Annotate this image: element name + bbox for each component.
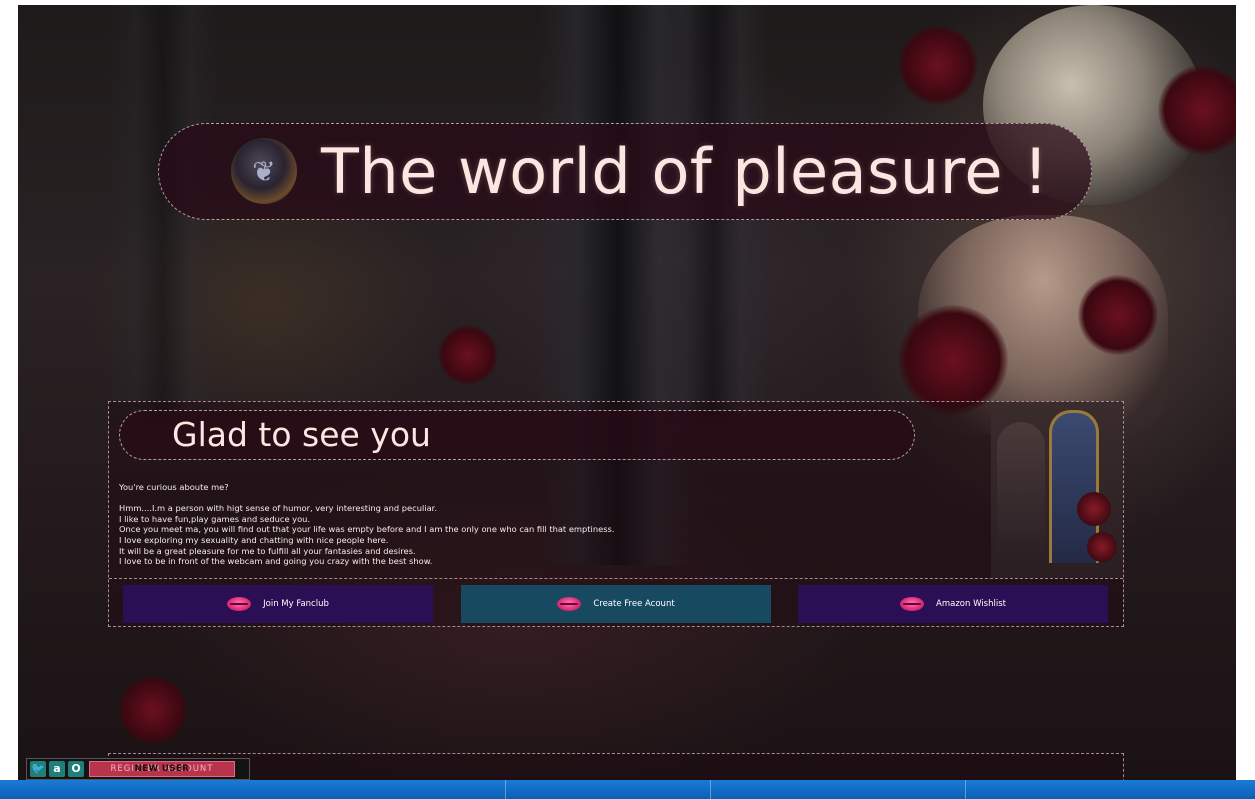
panther-avatar-icon: ❦	[231, 138, 297, 204]
lips-icon	[900, 597, 925, 611]
taskbar-item[interactable]	[505, 780, 706, 799]
rose-decoration	[898, 305, 1008, 415]
register-account-button[interactable]: REGISTER ACCOUNT NEW USER	[89, 761, 235, 777]
bio-text: You're curious aboute me? Hmm....I.m a p…	[119, 482, 999, 567]
button-label: Join My Fanclub	[263, 599, 329, 609]
button-label: Amazon Wishlist	[936, 599, 1006, 609]
bio-line: Hmm....I.m a person with higt sense of h…	[119, 503, 437, 514]
button-label: Create Free Acount	[593, 599, 675, 609]
rose-decoration	[898, 25, 978, 105]
amazon-wishlist-button[interactable]: Amazon Wishlist	[798, 585, 1108, 623]
amazon-icon[interactable]: a	[49, 761, 65, 777]
rose-decoration	[438, 325, 498, 385]
bio-line: Once you meet ma, you will find out that…	[119, 524, 615, 535]
taskbar-item[interactable]	[710, 780, 966, 799]
join-fanclub-button[interactable]: Join My Fanclub	[123, 585, 433, 623]
greeting-heading: Glad to see you	[172, 415, 431, 454]
lips-icon	[557, 597, 582, 611]
title-banner: ❦ The world of pleasure !	[158, 123, 1092, 220]
greeting-banner: Glad to see you	[119, 410, 915, 460]
taskbar-item[interactable]	[965, 780, 1246, 799]
bio-line: It will be a great pleasure for me to fu…	[119, 545, 416, 556]
lips-icon	[227, 597, 252, 611]
bio-line: I like to have fun,play games and seduce…	[119, 513, 311, 524]
create-account-button[interactable]: Create Free Acount	[461, 585, 771, 623]
rose-decoration	[118, 675, 188, 745]
taskbar	[0, 780, 1255, 799]
bio-line: I love to be in front of the webcam and …	[119, 556, 433, 567]
onlyfans-icon[interactable]: O	[68, 761, 84, 777]
profile-page: ❦ The world of pleasure ! Glad to see yo…	[18, 5, 1236, 780]
doorway-image	[991, 402, 1123, 578]
social-bar: 🐦 a O REGISTER ACCOUNT NEW USER	[26, 758, 250, 780]
second-panel	[108, 753, 1124, 780]
intro-panel: Glad to see you You're curious aboute me…	[108, 401, 1124, 627]
bio-line: I love exploring my sexuality and chatti…	[119, 534, 389, 545]
bio-line	[119, 493, 999, 504]
register-overlay: NEW USER	[134, 764, 190, 774]
twitter-icon[interactable]: 🐦	[30, 761, 46, 777]
action-buttons: Join My Fanclub Create Free Acount Amazo…	[109, 578, 1123, 626]
bio-line: You're curious aboute me?	[119, 482, 229, 492]
page-title: The world of pleasure !	[321, 135, 1049, 208]
rose-decoration	[1078, 275, 1158, 355]
